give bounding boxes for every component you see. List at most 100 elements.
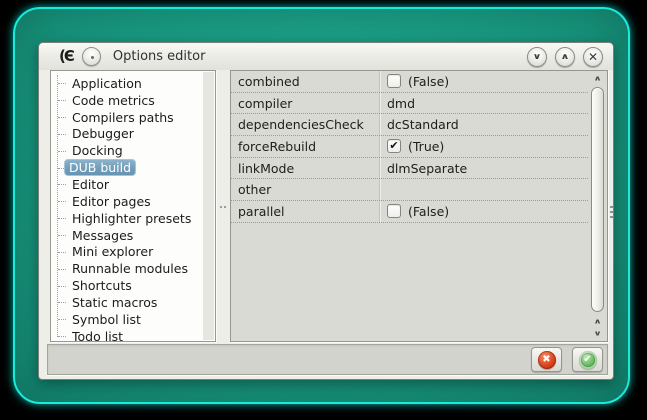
property-value-text: (False): [408, 203, 450, 219]
property-value: dcStandard: [380, 117, 588, 132]
scrollbar-track[interactable]: [590, 85, 605, 316]
category-item-label: Runnable modules: [72, 261, 188, 277]
screen: (Є Options editor ∨ ∧ ✕ Application Code…: [0, 0, 647, 420]
dialog-footer: ✖ ✔: [47, 344, 608, 375]
scrollbar-bottom-arrows: ∧ ∨: [593, 316, 601, 340]
property-value: dmd: [380, 96, 588, 111]
property-row[interactable]: combined (False): [231, 71, 588, 93]
close-icon: ✕: [587, 49, 599, 64]
property-row[interactable]: dependenciesCheck dcStandard: [231, 114, 588, 137]
property-name: other: [231, 179, 380, 201]
checkbox[interactable]: [387, 204, 401, 219]
scrollbar-thumb[interactable]: [591, 87, 604, 312]
chevron-up-icon: ∧: [593, 74, 602, 82]
property-name: linkMode: [231, 157, 380, 179]
property-value: dlmSeparate: [380, 161, 588, 176]
property-value: ✔ (True): [380, 139, 588, 154]
category-item-label: Highlighter presets: [72, 210, 192, 226]
cross-glyph: ✖: [542, 353, 551, 365]
category-item-label: Static macros: [72, 294, 158, 310]
property-name: compiler: [231, 92, 380, 114]
category-item[interactable]: Code metrics: [51, 92, 202, 109]
category-item-label: Debugger: [72, 126, 134, 142]
check-glyph: ✔: [583, 353, 592, 365]
category-item[interactable]: Highlighter presets: [51, 210, 202, 227]
property-value-text: dmd: [387, 95, 416, 111]
property-name: parallel: [231, 201, 380, 222]
category-item-label: Messages: [72, 227, 134, 243]
category-item-label: Mini explorer: [72, 244, 154, 260]
category-item[interactable]: Shortcuts: [51, 277, 202, 294]
accept-icon: ✔: [578, 350, 597, 369]
category-item[interactable]: Compilers paths: [51, 109, 202, 126]
chevron-down-icon: ∨: [593, 329, 602, 338]
scroll-up-button[interactable]: ∧: [593, 72, 601, 85]
property-row[interactable]: linkMode dlmSeparate: [231, 157, 588, 180]
category-item[interactable]: DUB build: [51, 159, 202, 177]
category-item-label: DUB build: [64, 159, 137, 177]
category-item[interactable]: Application: [51, 75, 202, 92]
property-value-text: (True): [408, 138, 445, 154]
category-item-label: Editor pages: [72, 193, 151, 209]
category-item[interactable]: Symbol list: [51, 311, 202, 328]
panel-splitter[interactable]: [216, 70, 230, 342]
window-title: Options editor: [112, 49, 206, 64]
category-item[interactable]: Todo list: [51, 328, 202, 342]
checkmark-icon: ✔: [389, 138, 399, 152]
chevron-up-icon: ∧: [593, 317, 602, 326]
chevron-up-icon: ∧: [560, 51, 570, 62]
property-value-text: dcStandard: [387, 117, 459, 133]
category-item-label: Todo list: [72, 328, 124, 342]
window-resize-grip[interactable]: [610, 206, 613, 218]
desktop-background: (Є Options editor ∨ ∧ ✕ Application Code…: [13, 7, 632, 406]
category-item[interactable]: Docking: [51, 142, 202, 159]
property-row[interactable]: parallel (False): [231, 201, 588, 223]
category-item[interactable]: Editor: [51, 176, 202, 193]
category-item[interactable]: Editor pages: [51, 193, 202, 210]
scroll-up-button-2[interactable]: ∧: [593, 316, 601, 328]
roll-up-button[interactable]: ∧: [555, 46, 575, 67]
checkbox[interactable]: [387, 74, 401, 89]
close-button[interactable]: ✕: [583, 46, 603, 67]
property-value: (False): [380, 204, 588, 219]
accept-button[interactable]: ✔: [572, 347, 603, 372]
property-row[interactable]: compiler dmd: [231, 92, 588, 115]
property-name: dependenciesCheck: [231, 114, 380, 136]
property-value-text: (False): [408, 73, 450, 89]
property-name: forceRebuild: [231, 136, 380, 157]
category-item[interactable]: Runnable modules: [51, 260, 202, 277]
options-editor-window: (Є Options editor ∨ ∧ ✕ Application Code…: [38, 42, 614, 380]
category-item-label: Editor: [72, 176, 109, 192]
category-item[interactable]: Messages: [51, 227, 202, 244]
property-rows: combined (False) compiler dmd dependenci…: [231, 71, 588, 341]
window-menu-button[interactable]: [81, 47, 101, 66]
titlebar[interactable]: (Є Options editor ∨ ∧ ✕: [39, 43, 613, 70]
property-grid: combined (False) compiler dmd dependenci…: [230, 70, 608, 342]
grid-scrollbar[interactable]: ∧ ∧ ∨: [588, 71, 607, 341]
category-item[interactable]: Debugger: [51, 126, 202, 143]
category-item-label: Application: [72, 75, 142, 91]
property-value-text: dlmSeparate: [387, 160, 468, 176]
category-tree: Application Code metrics Compilers paths: [51, 75, 202, 342]
category-list[interactable]: Application Code metrics Compilers paths: [50, 70, 216, 342]
category-item[interactable]: Mini explorer: [51, 243, 202, 260]
main-content: Application Code metrics Compilers paths: [50, 70, 608, 342]
category-item[interactable]: Static macros: [51, 294, 202, 311]
chevron-down-icon: ∨: [532, 51, 542, 62]
property-row[interactable]: forceRebuild ✔ (True): [231, 136, 588, 158]
checkbox[interactable]: ✔: [387, 138, 401, 154]
scroll-down-button[interactable]: ∨: [593, 328, 601, 340]
property-value: (False): [380, 74, 588, 89]
category-item-label: Compilers paths: [72, 109, 174, 125]
property-name: combined: [231, 71, 380, 92]
category-item-label: Shortcuts: [72, 278, 132, 294]
coedit-logo-icon: (Є: [59, 47, 75, 65]
category-item-label: Docking: [72, 143, 123, 159]
cancel-icon: ✖: [537, 350, 556, 369]
property-row[interactable]: other: [231, 179, 588, 202]
category-item-label: Symbol list: [72, 311, 141, 327]
list-scrollbar-track[interactable]: [203, 72, 214, 340]
category-item-label: Code metrics: [72, 92, 155, 108]
roll-down-button[interactable]: ∨: [527, 46, 547, 67]
cancel-button[interactable]: ✖: [531, 347, 562, 372]
